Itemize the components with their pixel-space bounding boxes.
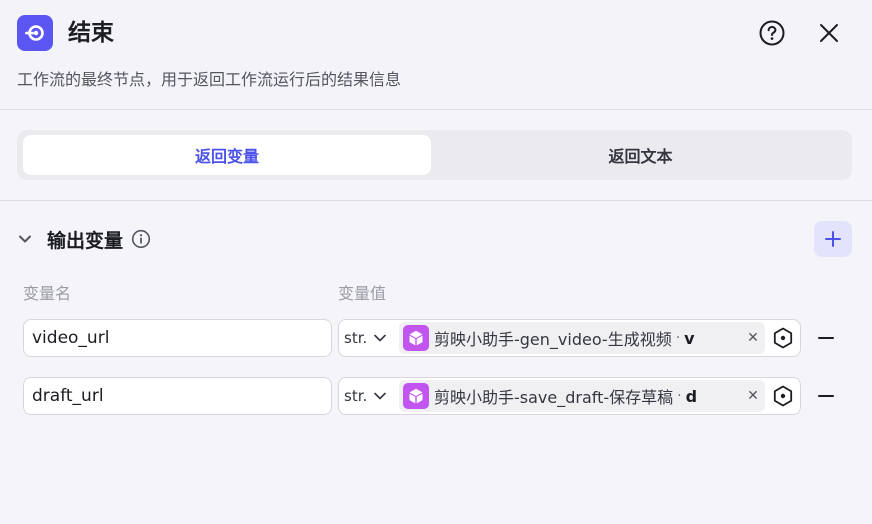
end-node-panel: 结束 工作流的最终节点，用于返回工作流运行后的结果信息 返回变量 返回文本 输出… — [0, 0, 872, 524]
variable-row: draft_url str. 剪映小助手-save_draft-保存草稿 · d… — [0, 377, 872, 417]
column-label-name: 变量名 — [23, 284, 72, 303]
variable-value-field: str. 剪映小助手-gen_video-生成视频 · v ✕ — [338, 319, 801, 357]
reference-tag[interactable]: 剪映小助手-gen_video-生成视频 · v ✕ — [399, 322, 765, 354]
type-select-label: str. — [344, 387, 368, 405]
page-title: 结束 — [68, 20, 114, 46]
remove-variable-button[interactable] — [812, 323, 840, 353]
reference-source: 剪映小助手-save_draft-保存草稿 — [434, 388, 674, 407]
minus-icon — [818, 395, 834, 397]
variable-name-input[interactable]: video_url — [23, 319, 332, 357]
column-label-value: 变量值 — [338, 284, 387, 303]
type-select[interactable]: str. — [339, 378, 399, 414]
chevron-down-icon — [374, 392, 387, 400]
plus-icon — [824, 230, 842, 248]
reference-source: 剪映小助手-gen_video-生成视频 — [434, 330, 672, 349]
variable-picker-icon[interactable] — [769, 325, 797, 351]
node-description: 工作流的最终节点，用于返回工作流运行后的结果信息 — [17, 70, 402, 89]
reference-field: d — [685, 386, 698, 406]
section-divider — [0, 200, 872, 201]
end-node-icon — [17, 15, 53, 51]
clear-reference-icon[interactable]: ✕ — [745, 387, 761, 405]
minus-icon — [818, 337, 834, 339]
type-select[interactable]: str. — [339, 320, 399, 356]
add-variable-button[interactable] — [814, 221, 852, 257]
tab-return-variables[interactable]: 返回变量 — [23, 135, 431, 175]
question-circle-icon[interactable] — [755, 16, 789, 50]
reference-field: v — [684, 328, 695, 348]
output-section-header[interactable]: 输出变量 — [17, 222, 151, 256]
chevron-down-icon — [374, 334, 387, 342]
variable-name-input[interactable]: draft_url — [23, 377, 332, 415]
tab-return-text[interactable]: 返回文本 — [435, 135, 846, 175]
chevron-down-icon[interactable] — [17, 231, 33, 247]
close-icon[interactable] — [812, 16, 846, 50]
info-icon[interactable] — [131, 229, 151, 249]
plugin-cube-icon — [403, 325, 429, 351]
reference-tag[interactable]: 剪映小助手-save_draft-保存草稿 · d ✕ — [399, 380, 765, 412]
reference-separator: · — [677, 388, 682, 404]
remove-variable-button[interactable] — [812, 381, 840, 411]
clear-reference-icon[interactable]: ✕ — [745, 329, 761, 347]
variable-value-field: str. 剪映小助手-save_draft-保存草稿 · d ✕ — [338, 377, 801, 415]
output-mode-tabs: 返回变量 返回文本 — [17, 130, 852, 180]
output-section-title: 输出变量 — [47, 229, 124, 252]
type-select-label: str. — [344, 329, 368, 347]
variable-row: video_url str. 剪映小助手-gen_video-生成视频 · v … — [0, 319, 872, 359]
panel-header: 结束 工作流的最终节点，用于返回工作流运行后的结果信息 — [0, 0, 872, 110]
plugin-cube-icon — [403, 383, 429, 409]
variable-picker-icon[interactable] — [769, 383, 797, 409]
reference-separator: · — [675, 330, 681, 346]
